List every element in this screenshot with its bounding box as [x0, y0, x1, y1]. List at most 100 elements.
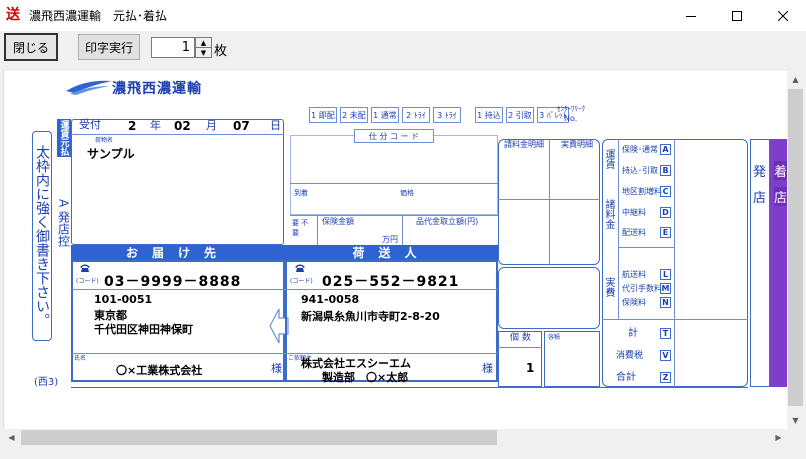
close-icon — [778, 10, 788, 21]
spin-up-icon[interactable]: ▲ — [196, 38, 211, 47]
shipper-code-label: (コード) — [290, 278, 313, 285]
destination-store-label-2: 店 — [774, 187, 788, 206]
charge-row-code: L — [660, 269, 671, 280]
charge-row-code: A — [660, 144, 671, 155]
consignee-code-label: (コード) — [76, 278, 99, 285]
service-tab: 1 持込 — [475, 107, 503, 123]
branch-control-label: A 発店控 — [56, 198, 71, 248]
side-bar-label: 運賃元払 — [57, 119, 71, 157]
item-name: サンプル — [87, 147, 135, 161]
weight-label: 容積 — [548, 334, 561, 341]
service-sub-label: ｾﾝﾀｰﾜﾘｰｸ — [557, 105, 585, 113]
close-window-button[interactable] — [760, 0, 806, 31]
service-tab: 1 即配 — [309, 107, 337, 123]
charges-box — [602, 139, 748, 387]
receipt-year-unit: 年 — [150, 119, 161, 132]
scroll-left-icon[interactable]: ◀ — [3, 429, 20, 446]
consignee-zip: 101-0051 — [94, 293, 153, 306]
charge-row-label: 中継料 — [622, 208, 646, 217]
scroll-right-icon[interactable]: ▶ — [770, 429, 787, 446]
deliver-to-bar: お届け先 — [71, 245, 285, 260]
receipt-year: 2 — [128, 119, 137, 133]
maximize-icon — [732, 10, 742, 21]
shipper-person: 製造部 〇×太郎 — [322, 371, 409, 384]
service-tab: 1 通常 — [371, 107, 399, 123]
origin-store-label-2: 店 — [753, 191, 767, 206]
consignee-name: 〇×工業株式会社 — [116, 364, 203, 377]
fees-column-label: 諸料金 — [603, 199, 614, 229]
insured-amount-label: 保険金額 — [322, 217, 354, 226]
actual-detail-label: 実費明細 — [561, 140, 593, 149]
charge-row-code: B — [660, 165, 671, 176]
cod-amount-label: 品代金取立額(円) — [416, 217, 479, 226]
app-icon: 送 — [6, 7, 20, 23]
actual-column-label: 実費 — [603, 277, 614, 297]
vertical-scroll-thumb[interactable] — [788, 89, 803, 406]
fare-column-label: 運賃 — [603, 149, 614, 169]
receipt-day-unit: 日 — [270, 119, 281, 132]
arrival-label: 到着 — [294, 189, 308, 197]
charge-row-label: 地区割増料 — [622, 187, 662, 196]
billing-detail-label: 請料金明細 — [504, 140, 544, 149]
charge-row-label: 保険･通常 — [622, 145, 658, 154]
charge-row-code: T — [660, 328, 671, 339]
shipper-honorific: 様 — [482, 362, 493, 375]
destination-store-label-1: 着 — [774, 161, 788, 180]
charge-row-code: D — [660, 207, 671, 218]
charge-row-code: C — [660, 186, 671, 197]
insurance-side-label: 要 不要 — [292, 219, 309, 237]
charge-row-code: N — [660, 297, 671, 308]
copies-spinner[interactable]: ▲ ▼ — [195, 37, 212, 58]
charge-row-label: 代引手数料 — [622, 284, 662, 293]
receipt-month: 02 — [174, 119, 191, 133]
scroll-down-icon[interactable]: ▼ — [787, 412, 804, 429]
minimize-button[interactable] — [668, 0, 714, 31]
charge-row-code: E — [660, 227, 671, 238]
charge-row-label: 合計 — [616, 372, 636, 383]
charge-row-label: 計 — [628, 328, 638, 339]
extra-detail-box — [498, 267, 600, 329]
copies-input[interactable]: 1 — [151, 37, 195, 58]
horizontal-scroll-thumb[interactable] — [21, 430, 497, 445]
service-tabs: 1 即配 2 未配 1 通常 2 ﾄﾗｲ 3 ﾄﾗｲ 1 持込 2 引取 3 ﾊ… — [309, 107, 569, 123]
company-logo-text: 濃飛西濃運輸 — [112, 81, 202, 97]
no-label: No. — [564, 114, 578, 123]
charge-row-label: 消費税 — [616, 351, 644, 361]
scroll-up-icon[interactable]: ▲ — [787, 71, 804, 88]
consignee-name-label: 氏名 — [74, 355, 87, 362]
charge-row-label: 持込･引取 — [622, 166, 658, 175]
charge-row-code: Z — [660, 372, 671, 383]
service-tab: 3 ﾄﾗｲ — [433, 107, 461, 123]
slip-preview: 濃飛西濃運輸 1 即配 2 未配 1 通常 2 ﾄﾗｲ 3 ﾄﾗｲ 1 持込 2… — [3, 71, 788, 429]
price-label: 価格 — [400, 189, 414, 197]
receipt-day: 07 — [233, 119, 250, 133]
piece-count: 1 — [526, 361, 535, 375]
service-tab: 2 引取 — [506, 107, 534, 123]
copies-unit-label: 枚 — [214, 44, 228, 59]
shiwake-box — [290, 135, 498, 215]
charge-row-label: 航送料 — [622, 270, 646, 279]
service-tab: 2 未配 — [340, 107, 368, 123]
shipper-address: 新潟県糸魚川市寺町2-8-20 — [301, 310, 440, 323]
print-button[interactable]: 印字実行 — [78, 34, 140, 60]
charge-row-code: M — [660, 283, 671, 294]
consignee-phone: 03－9999－8888 — [104, 274, 242, 290]
charge-row-label: 保険料 — [622, 298, 646, 307]
maximize-button[interactable] — [714, 0, 760, 31]
origin-store-label-1: 発 — [753, 165, 767, 180]
sender-bar: 荷送人 — [285, 245, 498, 260]
vertical-notice: 太枠内に強く御書き下さい。 — [32, 131, 52, 341]
window-title: 濃飛西濃運輸 元払･着払 — [29, 9, 168, 23]
charge-row-code: V — [660, 350, 671, 361]
spin-down-icon[interactable]: ▼ — [196, 47, 211, 57]
shiwake-code-label: 仕 分 コ ー ド — [354, 129, 434, 143]
piece-count-label: 個 数 — [510, 333, 531, 343]
phone-icon — [295, 264, 305, 272]
shipper-zip: 941-0058 — [301, 293, 360, 306]
receipt-month-unit: 月 — [206, 119, 217, 132]
charge-row-label: 配送料 — [622, 228, 646, 237]
close-form-button[interactable]: 閉じる — [4, 33, 58, 61]
receipt-label: 受付 — [79, 118, 101, 131]
consignee-address2: 千代田区神田神保町 — [94, 323, 193, 336]
service-tab: 2 ﾄﾗｲ — [402, 107, 430, 123]
